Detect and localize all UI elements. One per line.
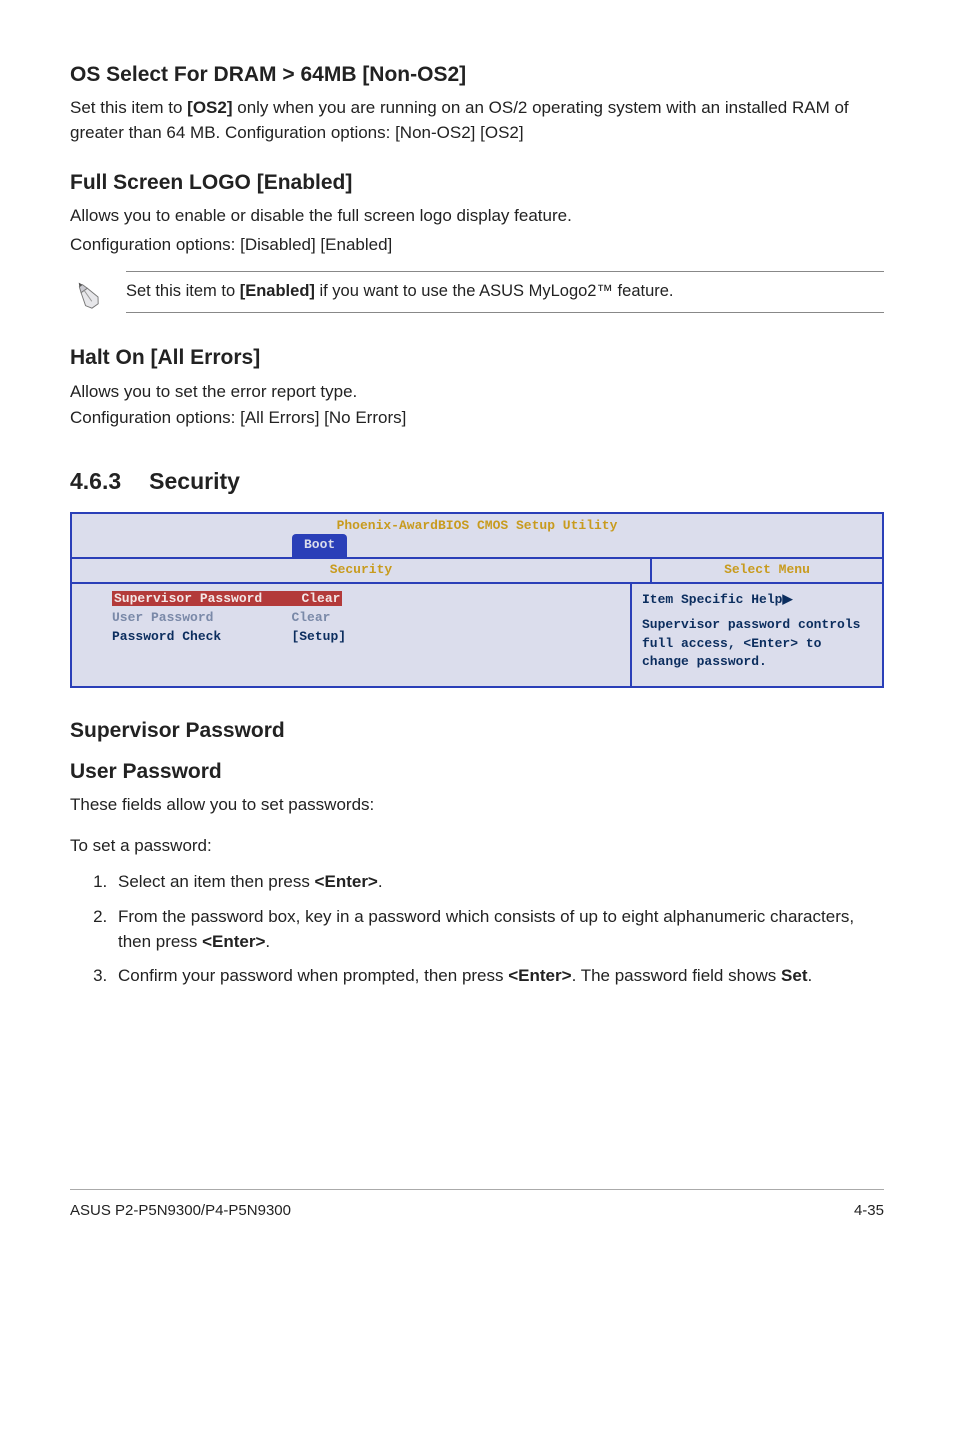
bios-help-pane: Item Specific Help▶ Supervisor password … — [632, 584, 882, 686]
footer-left: ASUS P2-P5N9300/P4-P5N9300 — [70, 1200, 291, 1222]
step-2: From the password box, key in a password… — [112, 905, 884, 954]
bios-item-label: User Password — [112, 610, 213, 625]
step-text: Confirm your password when prompted, the… — [118, 966, 508, 985]
triangle-right-icon: ▶ — [782, 591, 792, 606]
heading-full-screen-logo: Full Screen LOGO [Enabled] — [70, 168, 884, 198]
bios-item-label: Password Check — [112, 629, 221, 644]
paragraph-halt-1: Allows you to set the error report type. — [70, 380, 884, 405]
heading-os-select: OS Select For DRAM > 64MB [Non-OS2] — [70, 60, 884, 90]
paragraph-pw-intro: These fields allow you to set passwords: — [70, 793, 884, 818]
bios-left-header: Security — [72, 559, 652, 582]
bios-help-title: Item Specific Help — [642, 592, 782, 607]
paragraph-halt-2: Configuration options: [All Errors] [No … — [70, 406, 884, 431]
bios-item-value: Clear — [299, 591, 342, 606]
note-text: Set this item to [Enabled] if you want t… — [126, 271, 884, 313]
step-bold: <Enter> — [315, 872, 378, 891]
bios-item-value: [Setup] — [291, 629, 346, 644]
step-text: . — [378, 872, 383, 891]
step-bold: <Enter> — [202, 932, 265, 951]
step-1: Select an item then press <Enter>. — [112, 870, 884, 895]
step-bold: <Enter> — [508, 966, 571, 985]
inline-bold: [OS2] — [187, 98, 232, 117]
step-3: Confirm your password when prompted, the… — [112, 964, 884, 989]
step-text: . — [808, 966, 813, 985]
bios-item-value: Clear — [291, 610, 330, 625]
bios-right-header: Select Menu — [652, 559, 882, 582]
paragraph-full-screen-1: Allows you to enable or disable the full… — [70, 204, 884, 229]
note-pencil-icon — [70, 271, 108, 321]
note-callout: Set this item to [Enabled] if you want t… — [70, 271, 884, 321]
chapter-number: 4.6.3 — [70, 468, 121, 494]
bios-tab-row: Boot — [72, 537, 882, 559]
step-text: . The password field shows — [572, 966, 781, 985]
heading-security-chapter: 4.6.3 Security — [70, 465, 884, 498]
paragraph-os-select: Set this item to [OS2] only when you are… — [70, 96, 884, 145]
heading-supervisor-password: Supervisor Password — [70, 716, 884, 746]
steps-list: Select an item then press <Enter>. From … — [70, 870, 884, 989]
note-pre: Set this item to — [126, 282, 240, 300]
paragraph-to-set: To set a password: — [70, 834, 884, 859]
bios-help-body: Supervisor password controls full access… — [642, 616, 872, 673]
heading-halt-on: Halt On [All Errors] — [70, 343, 884, 373]
page-footer: ASUS P2-P5N9300/P4-P5N9300 4-35 — [70, 1189, 884, 1222]
note-post: if you want to use the ASUS MyLogo2™ fea… — [315, 282, 674, 300]
bios-help-title-line: Item Specific Help▶ — [642, 590, 872, 610]
note-bold: [Enabled] — [240, 282, 315, 300]
step-text: Select an item then press — [118, 872, 315, 891]
bios-item-user: User Password Clear — [112, 609, 618, 628]
bios-item-supervisor: Supervisor Password Clear — [112, 590, 618, 609]
paragraph-full-screen-2: Configuration options: [Disabled] [Enabl… — [70, 233, 884, 258]
bios-items-pane: Supervisor Password Clear User Password … — [72, 584, 632, 686]
footer-right: 4-35 — [854, 1200, 884, 1222]
bios-subheader-row: Security Select Menu — [72, 559, 882, 584]
bios-item-password-check: Password Check [Setup] — [112, 628, 618, 647]
heading-user-password: User Password — [70, 757, 884, 787]
chapter-title: Security — [149, 468, 240, 494]
bios-title-bar: Phoenix-AwardBIOS CMOS Setup Utility — [72, 514, 882, 537]
bios-setup-screenshot: Phoenix-AwardBIOS CMOS Setup Utility Boo… — [70, 512, 884, 688]
bios-item-label: Supervisor Password — [112, 591, 264, 606]
step-text: . — [265, 932, 270, 951]
step-bold: Set — [781, 966, 807, 985]
bios-tab-boot: Boot — [292, 534, 347, 557]
